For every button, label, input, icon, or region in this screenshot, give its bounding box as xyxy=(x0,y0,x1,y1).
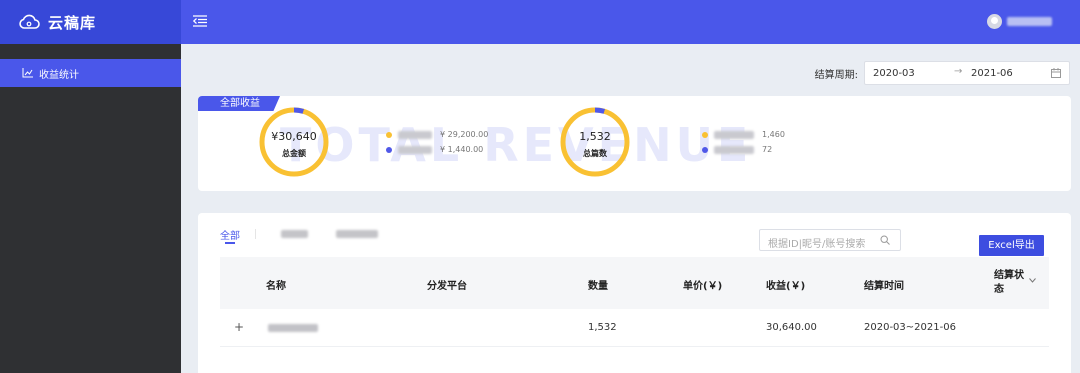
col-status[interactable]: 结算状态 xyxy=(994,269,1030,297)
table-row: + 1,532 30,640.00 2020-03~2021-06 xyxy=(220,309,1049,347)
legend-value: 1,460 xyxy=(762,130,785,139)
chevron-down-icon[interactable] xyxy=(1029,278,1036,283)
cloud-logo-icon xyxy=(19,14,40,29)
total-amount-value: ¥30,640 xyxy=(271,130,317,143)
tab-divider xyxy=(255,229,256,239)
col-settlement-time: 结算时间 xyxy=(864,281,904,292)
legend-value: 72 xyxy=(762,145,773,154)
active-tab-indicator xyxy=(225,242,235,244)
total-articles-label: 总篇数 xyxy=(583,149,607,158)
chart-icon xyxy=(22,68,33,78)
amount-legend: ¥ 29,200.00 ¥ 1,440.00 xyxy=(386,127,488,157)
settlement-period-filter: 结算周期: 2020-03 → 2021-06 xyxy=(815,61,1070,85)
redacted-label xyxy=(714,145,754,154)
period-label: 结算周期: xyxy=(814,69,858,81)
range-arrow: → xyxy=(954,66,963,77)
legend-value: ¥ 1,440.00 xyxy=(440,145,484,154)
legend-item: ¥ 29,200.00 xyxy=(386,127,488,142)
col-unit-price: 单价(￥) xyxy=(683,281,723,292)
redacted-label xyxy=(714,130,754,139)
legend-dot xyxy=(386,146,392,153)
menu-fold-icon[interactable] xyxy=(193,15,207,27)
calendar-icon[interactable] xyxy=(1051,68,1061,78)
col-quantity: 数量 xyxy=(588,281,608,292)
total-articles-value: 1,532 xyxy=(579,130,611,143)
range-end[interactable]: 2021-06 xyxy=(971,68,1013,79)
legend-value: ¥ 29,200.00 xyxy=(440,130,489,139)
user-avatar[interactable] xyxy=(987,14,1002,29)
sidebar: 云稿库 收益统计 xyxy=(0,0,181,373)
username-redacted[interactable] xyxy=(1007,17,1052,26)
articles-donut: 1,532 总篇数 xyxy=(559,106,631,178)
total-amount-label: 总金额 xyxy=(282,149,306,158)
col-platform: 分发平台 xyxy=(427,281,467,292)
articles-legend: 1,460 72 xyxy=(702,127,785,157)
redacted-label xyxy=(398,130,432,139)
search-input[interactable]: 根据ID|昵号/账号搜索 xyxy=(759,229,901,251)
expand-row-button[interactable]: + xyxy=(234,320,244,334)
sidebar-item-revenue-stats[interactable]: 收益统计 xyxy=(0,59,181,87)
row-settlement-time: 2020-03~2021-06 xyxy=(864,322,956,333)
tab-redacted[interactable] xyxy=(336,230,378,238)
app-name: 云稿库 xyxy=(48,13,97,32)
col-name: 名称 xyxy=(266,281,286,292)
date-range-picker[interactable]: 2020-03 → 2021-06 xyxy=(864,61,1070,85)
topbar xyxy=(181,0,1080,44)
excel-export-button[interactable]: Excel导出 xyxy=(979,235,1044,256)
legend-dot xyxy=(702,131,708,138)
brand[interactable]: 云稿库 xyxy=(0,0,181,44)
redacted-label xyxy=(398,145,432,154)
legend-item: ¥ 1,440.00 xyxy=(386,142,488,157)
range-start[interactable]: 2020-03 xyxy=(873,68,915,79)
tab-redacted[interactable] xyxy=(281,230,308,238)
legend-item: 72 xyxy=(702,142,785,157)
row-name-redacted xyxy=(268,324,318,332)
sidebar-item-label: 收益统计 xyxy=(39,69,79,81)
row-quantity: 1,532 xyxy=(588,322,617,333)
search-placeholder: 根据ID|昵号/账号搜索 xyxy=(768,239,866,250)
legend-dot xyxy=(386,131,392,138)
col-revenue: 收益(￥) xyxy=(766,281,806,292)
table-header: 名称 分发平台 数量 单价(￥) 收益(￥) 结算时间 结算状态 xyxy=(220,257,1049,309)
revenue-table-card: 全部 根据ID|昵号/账号搜索 Excel导出 名称 分发平台 数量 单价(￥)… xyxy=(198,213,1071,373)
legend-dot xyxy=(702,146,708,153)
tab-all[interactable]: 全部 xyxy=(220,227,240,242)
watermark-text: TOTAL REVENUE xyxy=(280,118,753,172)
revenue-summary-card: 全部收益 TOTAL REVENUE ¥30,640 总金额 ¥ 29,200.… xyxy=(198,96,1071,191)
amount-donut: ¥30,640 总金额 xyxy=(258,106,330,178)
search-icon[interactable] xyxy=(880,235,890,245)
row-revenue: 30,640.00 xyxy=(766,322,817,333)
legend-item: 1,460 xyxy=(702,127,785,142)
